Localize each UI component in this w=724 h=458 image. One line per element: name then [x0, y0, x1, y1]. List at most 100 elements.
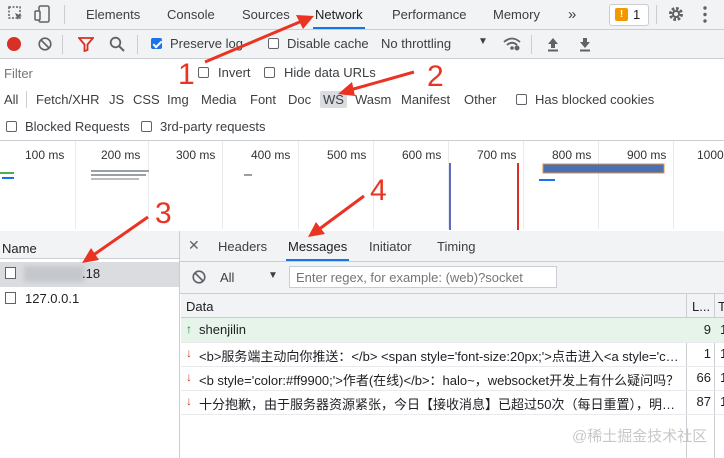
import-har-upload-icon[interactable]: [546, 37, 560, 52]
message-data: 十分抱歉，由于服务器资源紧张，今日【接收消息】已超过50次（每日重置），明日再来…: [199, 397, 685, 412]
message-length: 9: [703, 322, 711, 337]
close-icon[interactable]: ✕: [188, 237, 200, 254]
websocket-file-icon: [5, 267, 16, 279]
type-filter-other[interactable]: Other: [462, 92, 499, 107]
message-type-select[interactable]: All: [220, 270, 234, 285]
inspect-element-icon[interactable]: [8, 6, 24, 22]
toolbar-divider: [656, 5, 657, 24]
blocked-requests-checkbox[interactable]: [6, 121, 17, 132]
third-party-requests-label: 3rd-party requests: [160, 119, 266, 134]
arrow-down-icon: ↓: [186, 370, 192, 384]
throttling-chevron-down-icon[interactable]: ▼: [478, 36, 488, 47]
message-time: 1: [720, 370, 724, 385]
more-tabs-icon[interactable]: »: [566, 0, 578, 29]
tab-initiator[interactable]: Initiator: [367, 232, 414, 261]
toolbar-divider: [531, 35, 532, 54]
tab-network[interactable]: Network: [313, 0, 365, 29]
message-row-sent[interactable]: ↑ shenjilin 9 1: [181, 318, 724, 343]
annotation-label-2: 2: [427, 60, 444, 93]
warnings-badge[interactable]: ! 1: [609, 4, 649, 26]
hide-data-urls-checkbox[interactable]: [264, 67, 275, 78]
message-data: <b>服务端主动向你推送：</b> <span style='font-size…: [199, 349, 685, 364]
device-toolbar-icon[interactable]: [34, 5, 52, 23]
message-row-received[interactable]: ↓ <b style='color:#ff9900;'>作者(在线)</b>：h…: [181, 366, 724, 391]
arrow-down-icon: ↓: [186, 346, 192, 360]
type-filter-doc[interactable]: Doc: [286, 92, 313, 107]
type-filter-all[interactable]: All: [2, 92, 20, 107]
invert-label: Invert: [218, 65, 251, 80]
tab-console[interactable]: Console: [165, 0, 217, 29]
watermark: @稀土掘金技术社区: [572, 428, 708, 445]
toolbar-divider: [137, 35, 138, 54]
disable-cache-checkbox[interactable]: [268, 38, 279, 49]
record-button[interactable]: [7, 37, 21, 51]
tab-performance[interactable]: Performance: [390, 0, 468, 29]
export-har-download-icon[interactable]: [578, 37, 592, 52]
annotation-label-4: 4: [370, 174, 387, 207]
filter-input[interactable]: [0, 62, 184, 84]
type-filter-manifest[interactable]: Manifest: [399, 92, 452, 107]
message-length: 87: [696, 394, 711, 409]
tab-memory[interactable]: Memory: [491, 0, 542, 29]
toolbar-divider: [64, 5, 65, 24]
annotation-label-1: 1: [178, 58, 195, 91]
data-column-header[interactable]: Data: [186, 299, 213, 314]
tab-headers[interactable]: Headers: [216, 232, 269, 261]
request-name[interactable]: 127.0.0.1: [25, 291, 79, 306]
preserve-log-checkbox[interactable]: [151, 38, 162, 49]
preserve-log-label: Preserve log: [170, 36, 243, 51]
disable-cache-label: Disable cache: [287, 36, 369, 51]
message-length: 66: [696, 370, 711, 385]
filter-divider: [26, 91, 27, 108]
type-filter-img[interactable]: Img: [165, 92, 191, 107]
type-filter-css[interactable]: CSS: [131, 92, 162, 107]
message-time: 1: [720, 346, 724, 361]
type-filter-font[interactable]: Font: [248, 92, 278, 107]
toolbar-divider: [62, 35, 63, 54]
blocked-requests-label: Blocked Requests: [25, 119, 130, 134]
warning-count: 1: [633, 7, 641, 22]
messages-regex-filter-input[interactable]: [289, 266, 557, 288]
type-filter-ws[interactable]: WS: [320, 91, 347, 108]
search-icon[interactable]: [109, 36, 125, 52]
time-column-header[interactable]: T: [718, 299, 724, 314]
annotation-label-3: 3: [155, 197, 172, 230]
invert-checkbox[interactable]: [198, 67, 209, 78]
requests-name-column-header[interactable]: Name: [2, 241, 37, 256]
arrow-up-icon: ↑: [186, 322, 192, 336]
warning-icon: !: [615, 8, 628, 21]
type-filter-js[interactable]: JS: [107, 92, 126, 107]
redacted-host: [24, 266, 84, 282]
type-filter-wasm[interactable]: Wasm: [353, 92, 393, 107]
message-type-chevron-down-icon[interactable]: ▼: [268, 270, 278, 281]
has-blocked-cookies-label: Has blocked cookies: [535, 92, 655, 107]
message-data: <b style='color:#ff9900;'>作者(在线)</b>：hal…: [199, 373, 680, 388]
tab-sources[interactable]: Sources: [240, 0, 292, 29]
hide-data-urls-label: Hide data URLs: [284, 65, 376, 80]
message-length: 1: [703, 346, 711, 361]
more-options-icon[interactable]: [703, 6, 707, 23]
request-name: .18: [82, 266, 101, 281]
arrow-down-icon: ↓: [186, 394, 192, 408]
settings-gear-icon[interactable]: [667, 5, 685, 23]
throttling-select[interactable]: No throttling: [381, 36, 451, 51]
filter-funnel-icon[interactable]: [77, 37, 95, 53]
type-filter-media[interactable]: Media: [199, 92, 238, 107]
network-conditions-wifi-icon[interactable]: [503, 36, 521, 52]
message-data: shenjilin: [199, 322, 246, 337]
type-filter-fetch-xhr[interactable]: Fetch/XHR: [34, 92, 102, 107]
clear-icon[interactable]: [38, 37, 52, 51]
has-blocked-cookies-checkbox[interactable]: [516, 94, 527, 105]
tab-elements[interactable]: Elements: [84, 0, 142, 29]
document-file-icon: [5, 292, 16, 304]
message-time: 1: [720, 394, 724, 409]
tab-timing[interactable]: Timing: [435, 232, 478, 261]
third-party-requests-checkbox[interactable]: [141, 121, 152, 132]
clear-messages-icon[interactable]: [192, 270, 206, 284]
message-row-received[interactable]: ↓ 十分抱歉，由于服务器资源紧张，今日【接收消息】已超过50次（每日重置），明日…: [181, 390, 724, 415]
tab-messages[interactable]: Messages: [286, 232, 350, 261]
messages-table-header: [181, 294, 724, 318]
length-column-header[interactable]: L...: [692, 299, 710, 314]
message-row-received[interactable]: ↓ <b>服务端主动向你推送：</b> <span style='font-si…: [181, 342, 724, 367]
timeline-request-bars: [0, 163, 665, 230]
